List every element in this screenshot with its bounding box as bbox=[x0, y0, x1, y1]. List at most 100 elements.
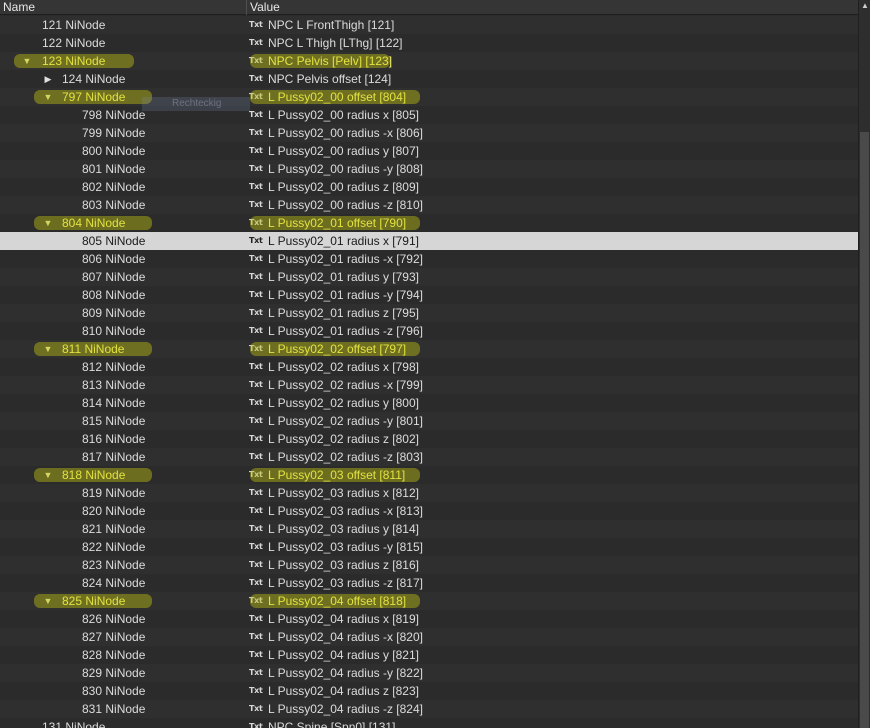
value-cell: Txt L Pussy02_00 radius -y [808] bbox=[249, 160, 858, 178]
tree-row[interactable]: ▼ 818 NiNode Txt L Pussy02_03 offset [811] bbox=[0, 466, 858, 484]
node-name: 797 NiNode bbox=[62, 90, 126, 104]
tree-row[interactable]: 810 NiNode Txt L Pussy02_01 radius -z [796… bbox=[0, 322, 858, 340]
tree-row[interactable]: 820 NiNode Txt L Pussy02_03 radius -x [813… bbox=[0, 502, 858, 520]
node-name: 806 NiNode bbox=[82, 252, 146, 266]
value-cell: Txt L Pussy02_00 radius -z [810] bbox=[249, 196, 858, 214]
tree-row[interactable]: 122 NiNode Txt NPC L Thigh [LThg] [122] bbox=[0, 34, 858, 52]
txt-icon: Txt bbox=[249, 470, 263, 479]
node-value: L Pussy02_03 radius y [814] bbox=[268, 522, 419, 536]
tree-row[interactable]: ▼ 804 NiNode Txt L Pussy02_01 offset [790] bbox=[0, 214, 858, 232]
node-name: 831 NiNode bbox=[82, 702, 146, 716]
value-cell: Txt L Pussy02_03 radius z [816] bbox=[249, 556, 858, 574]
node-value: L Pussy02_04 radius -z [824] bbox=[268, 702, 423, 716]
tree-row[interactable]: 799 NiNode Txt L Pussy02_00 radius -x [806… bbox=[0, 124, 858, 142]
tree-row[interactable]: 823 NiNode Txt L Pussy02_03 radius z [816] bbox=[0, 556, 858, 574]
value-cell: Txt L Pussy02_03 radius x [812] bbox=[249, 484, 858, 502]
tree-row[interactable]: 812 NiNode Txt L Pussy02_02 radius x [798] bbox=[0, 358, 858, 376]
value-column-header[interactable]: Value bbox=[247, 0, 858, 15]
tree-row[interactable]: 826 NiNode Txt L Pussy02_04 radius x [819] bbox=[0, 610, 858, 628]
expand-arrow-down-icon[interactable]: ▼ bbox=[42, 592, 54, 610]
tree-row[interactable]: 831 NiNode Txt L Pussy02_04 radius -z [824… bbox=[0, 700, 858, 718]
tree-row[interactable]: 817 NiNode Txt L Pussy02_02 radius -z [803… bbox=[0, 448, 858, 466]
node-name: 123 NiNode bbox=[42, 54, 106, 68]
txt-icon: Txt bbox=[249, 272, 263, 281]
node-name: 828 NiNode bbox=[82, 648, 146, 662]
nif-block-tree-view: Name Value 121 NiNode Txt NPC L FrontThigh… bbox=[0, 0, 870, 728]
node-value: L Pussy02_00 radius y [807] bbox=[268, 144, 419, 158]
node-name: 124 NiNode bbox=[62, 72, 126, 86]
expand-arrow-down-icon[interactable]: ▼ bbox=[42, 340, 54, 358]
tree-row[interactable]: 827 NiNode Txt L Pussy02_04 radius -x [820… bbox=[0, 628, 858, 646]
column-header: Name Value bbox=[0, 0, 858, 15]
tree-row[interactable]: 131 NiNode Txt NPC Spine [Spn0] [131] bbox=[0, 718, 858, 728]
node-name: 803 NiNode bbox=[82, 198, 146, 212]
name-cell: 819 NiNode bbox=[0, 484, 247, 502]
tree-row[interactable]: 819 NiNode Txt L Pussy02_03 radius x [812] bbox=[0, 484, 858, 502]
node-value: NPC L FrontThigh [121] bbox=[268, 18, 395, 32]
tree-row[interactable]: 809 NiNode Txt L Pussy02_01 radius z [795] bbox=[0, 304, 858, 322]
node-value: L Pussy02_02 radius -x [799] bbox=[268, 378, 423, 392]
name-cell: ▼ 804 NiNode bbox=[0, 214, 247, 232]
scroll-up-arrow-icon[interactable]: ▲ bbox=[859, 0, 870, 12]
tree-row[interactable]: 813 NiNode Txt L Pussy02_02 radius -x [799… bbox=[0, 376, 858, 394]
name-cell: 812 NiNode bbox=[0, 358, 247, 376]
name-cell: 799 NiNode bbox=[0, 124, 247, 142]
collapse-arrow-right-icon[interactable]: ▶ bbox=[42, 70, 54, 88]
node-name: 815 NiNode bbox=[82, 414, 146, 428]
tree-row[interactable]: 830 NiNode Txt L Pussy02_04 radius z [823] bbox=[0, 682, 858, 700]
tree-row[interactable]: 828 NiNode Txt L Pussy02_04 radius y [821] bbox=[0, 646, 858, 664]
txt-icon: Txt bbox=[249, 218, 263, 227]
tree-row[interactable]: 821 NiNode Txt L Pussy02_03 radius y [814] bbox=[0, 520, 858, 538]
tree-row[interactable]: 803 NiNode Txt L Pussy02_00 radius -z [810… bbox=[0, 196, 858, 214]
tree-row[interactable]: 798 NiNode Txt L Pussy02_00 radius x [805] bbox=[0, 106, 858, 124]
txt-icon: Txt bbox=[249, 92, 263, 101]
name-cell: 122 NiNode bbox=[0, 34, 247, 52]
tree-row[interactable]: 815 NiNode Txt L Pussy02_02 radius -y [801… bbox=[0, 412, 858, 430]
tree-row[interactable]: 806 NiNode Txt L Pussy02_01 radius -x [792… bbox=[0, 250, 858, 268]
value-cell: Txt L Pussy02_02 radius x [798] bbox=[249, 358, 858, 376]
tree-row[interactable]: 816 NiNode Txt L Pussy02_02 radius z [802] bbox=[0, 430, 858, 448]
name-cell: 815 NiNode bbox=[0, 412, 247, 430]
tree-row[interactable]: 802 NiNode Txt L Pussy02_00 radius z [809] bbox=[0, 178, 858, 196]
expand-arrow-down-icon[interactable]: ▼ bbox=[42, 88, 54, 106]
txt-icon: Txt bbox=[249, 722, 263, 728]
tree-row[interactable]: 824 NiNode Txt L Pussy02_03 radius -z [817… bbox=[0, 574, 858, 592]
value-cell: Txt L Pussy02_02 radius -y [801] bbox=[249, 412, 858, 430]
node-value: NPC Pelvis offset [124] bbox=[268, 72, 392, 86]
expand-arrow-down-icon[interactable]: ▼ bbox=[42, 214, 54, 232]
node-value: L Pussy02_01 radius y [793] bbox=[268, 270, 419, 284]
tree-row[interactable]: ▶ 124 NiNode Txt NPC Pelvis offset [124] bbox=[0, 70, 858, 88]
name-cell: 829 NiNode bbox=[0, 664, 247, 682]
value-cell: Txt L Pussy02_00 radius z [809] bbox=[249, 178, 858, 196]
name-cell: 826 NiNode bbox=[0, 610, 247, 628]
tree-row[interactable]: 121 NiNode Txt NPC L FrontThigh [121] bbox=[0, 16, 858, 34]
tree-row[interactable]: 805 NiNode Txt L Pussy02_01 radius x [791] bbox=[0, 232, 858, 250]
tree-row[interactable]: ▼ 123 NiNode Txt NPC Pelvis [Pelv] [123] bbox=[0, 52, 858, 70]
name-column-header[interactable]: Name bbox=[0, 0, 247, 15]
name-cell: 800 NiNode bbox=[0, 142, 247, 160]
tree-row[interactable]: 807 NiNode Txt L Pussy02_01 radius y [793] bbox=[0, 268, 858, 286]
tree-row[interactable]: 808 NiNode Txt L Pussy02_01 radius -y [794… bbox=[0, 286, 858, 304]
expand-arrow-down-icon[interactable]: ▼ bbox=[42, 466, 54, 484]
tree-row[interactable]: 800 NiNode Txt L Pussy02_00 radius y [807] bbox=[0, 142, 858, 160]
tree-row[interactable]: ▼ 811 NiNode Txt L Pussy02_02 offset [797] bbox=[0, 340, 858, 358]
tree-row[interactable]: 822 NiNode Txt L Pussy02_03 radius -y [815… bbox=[0, 538, 858, 556]
txt-icon: Txt bbox=[249, 344, 263, 353]
node-name: 820 NiNode bbox=[82, 504, 146, 518]
tree-row[interactable]: ▼ 797 NiNode Txt L Pussy02_00 offset [804] bbox=[0, 88, 858, 106]
node-value: L Pussy02_02 offset [797] bbox=[268, 342, 407, 356]
tree-row[interactable]: 814 NiNode Txt L Pussy02_02 radius y [800] bbox=[0, 394, 858, 412]
txt-icon: Txt bbox=[249, 434, 263, 443]
tree-row[interactable]: 801 NiNode Txt L Pussy02_00 radius -y [808… bbox=[0, 160, 858, 178]
scrollbar-thumb[interactable] bbox=[860, 132, 869, 728]
vertical-scrollbar[interactable]: ▲ bbox=[858, 0, 870, 728]
txt-icon: Txt bbox=[249, 236, 263, 245]
expand-arrow-down-icon[interactable]: ▼ bbox=[21, 52, 33, 70]
node-name: 824 NiNode bbox=[82, 576, 146, 590]
node-value: L Pussy02_01 radius -x [792] bbox=[268, 252, 423, 266]
node-name: 829 NiNode bbox=[82, 666, 146, 680]
drag-ghost-tooltip: Rechteckig bbox=[142, 97, 250, 111]
txt-icon: Txt bbox=[249, 596, 263, 605]
tree-row[interactable]: ▼ 825 NiNode Txt L Pussy02_04 offset [818] bbox=[0, 592, 858, 610]
tree-row[interactable]: 829 NiNode Txt L Pussy02_04 radius -y [822… bbox=[0, 664, 858, 682]
